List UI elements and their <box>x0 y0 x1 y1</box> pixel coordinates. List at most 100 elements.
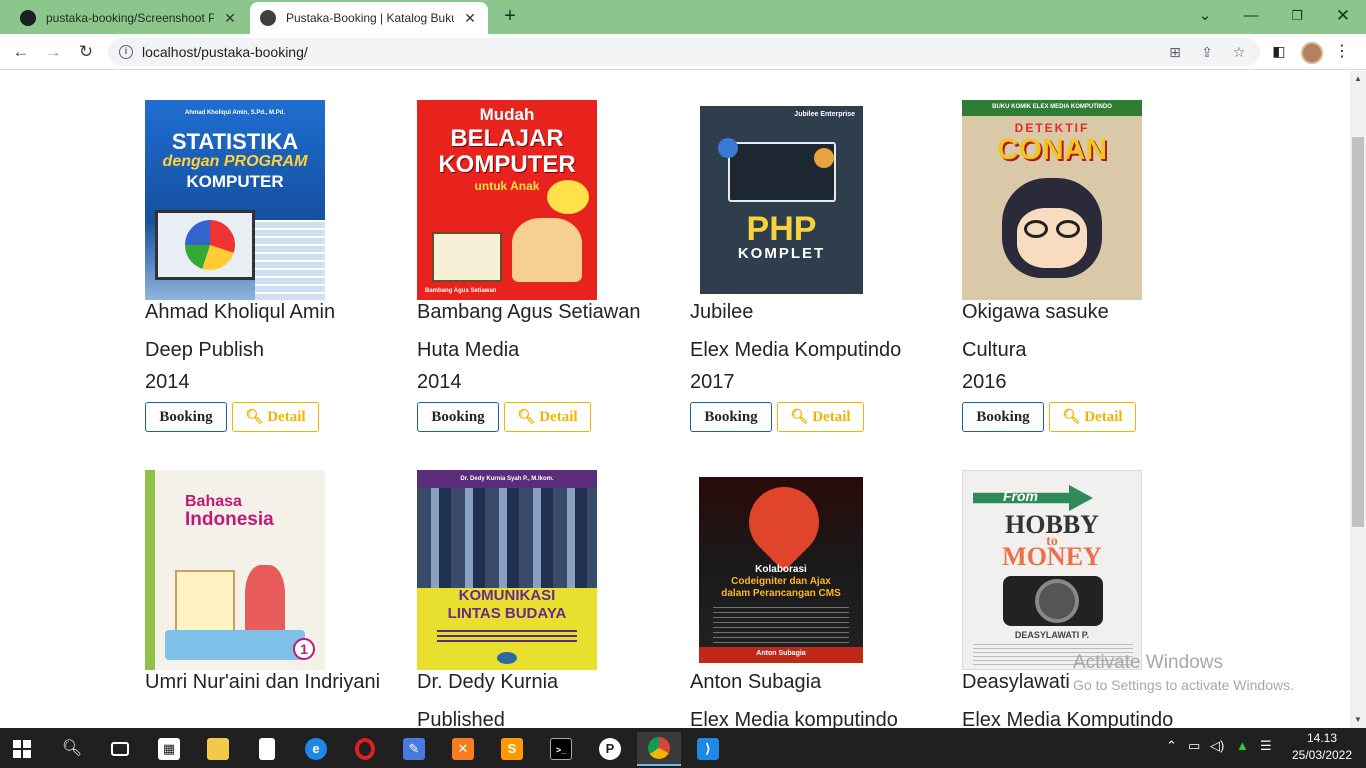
windows-taskbar: 🔍︎ ▦ e ✎ ✕ S >_ P ⟩ ⌃ ▭ ◁) ▲ ☰ 14.13 25/… <box>0 728 1366 768</box>
translate-icon[interactable]: ⊞ <box>1166 43 1184 61</box>
search-icon: 🔍︎ <box>1062 409 1081 425</box>
book-cover-image[interactable]: Mudah BELAJAR KOMPUTER untuk Anak Bamban… <box>417 100 597 300</box>
globe-icon <box>260 10 276 26</box>
start-button[interactable] <box>0 732 44 766</box>
task-view-icon <box>111 742 129 756</box>
detail-button[interactable]: 🔍︎ Detail <box>1049 402 1136 432</box>
minimize-button[interactable]: — <box>1228 2 1274 30</box>
tab-katalog-buku[interactable]: Pustaka-Booking | Katalog Buku ✕ <box>250 2 488 34</box>
search-icon: 🔍︎ <box>517 409 536 425</box>
vscode-icon: ⟩ <box>697 738 719 760</box>
scroll-thumb[interactable] <box>1352 137 1364 527</box>
nvidia-icon[interactable]: ▲ <box>1236 738 1249 753</box>
task-view-button[interactable] <box>98 732 142 766</box>
sublime-icon: S <box>501 738 523 760</box>
taskbar-file-explorer[interactable] <box>196 732 240 766</box>
book-cover-image[interactable]: Jubilee Enterprise PHP KOMPLET <box>700 106 863 294</box>
restore-button[interactable]: ❐ <box>1274 2 1320 30</box>
tab-title: Pustaka-Booking | Katalog Buku <box>286 11 454 25</box>
tab-search-icon[interactable]: ⌄ <box>1182 2 1228 30</box>
taskbar-terminal[interactable]: >_ <box>539 732 583 766</box>
book-cover-image[interactable]: Dr. Dedy Kurnia Syah P., M.Ikom. KOMUNIK… <box>417 470 597 670</box>
book-author: Dr. Dedy Kurnia <box>417 671 559 693</box>
book-author: Bambang Agus Setiawan <box>417 301 641 323</box>
chevron-up-icon[interactable]: ⌃ <box>1166 738 1177 754</box>
opera-icon <box>355 738 375 760</box>
taskbar-edge[interactable]: e <box>294 732 338 766</box>
browser-tab-strip: pustaka-booking/Screenshoot Pr ✕ Pustaka… <box>0 0 1366 34</box>
close-icon[interactable]: ✕ <box>222 10 238 27</box>
taskbar-notepad[interactable] <box>245 732 289 766</box>
tab-github-repo[interactable]: pustaka-booking/Screenshoot Pr ✕ <box>10 2 248 34</box>
side-panel-icon[interactable]: ◧ <box>1270 43 1288 61</box>
avatar[interactable] <box>1301 42 1323 64</box>
booking-button[interactable]: Booking <box>690 402 772 432</box>
search-button[interactable]: 🔍︎ <box>50 732 94 766</box>
page-scrollbar[interactable]: ▲ ▼ <box>1350 71 1366 728</box>
book-author: Okigawa sasuke <box>962 301 1109 323</box>
folder-icon <box>207 738 229 760</box>
book-cover-image[interactable]: Bahasa Indonesia 1 <box>145 470 325 670</box>
close-icon[interactable]: ✕ <box>462 10 478 27</box>
document-icon <box>259 738 275 760</box>
book-publisher: Elex Media komputindo <box>690 709 898 728</box>
back-icon[interactable]: ← <box>7 38 35 66</box>
taskbar-vscode[interactable]: ⟩ <box>686 732 730 766</box>
taskbar-chrome[interactable] <box>637 732 681 766</box>
book-author: Ahmad Kholiqul Amin <box>145 301 336 323</box>
volume-icon[interactable]: ◁) <box>1210 738 1224 754</box>
book-publisher: Cultura <box>962 339 1027 361</box>
taskbar-postman[interactable]: P <box>588 732 632 766</box>
network-app-icon: P <box>599 738 621 760</box>
taskbar-app-editor[interactable]: ✎ <box>392 732 436 766</box>
battery-icon[interactable]: ▭ <box>1188 738 1200 754</box>
book-year: 2017 <box>690 371 735 393</box>
activate-windows-subtitle: Go to Settings to activate Windows. <box>1073 677 1294 693</box>
taskbar-sublime[interactable]: S <box>490 732 534 766</box>
booking-button[interactable]: Booking <box>417 402 499 432</box>
clock-time[interactable]: 14.13 <box>1296 731 1348 745</box>
edge-icon: e <box>305 738 327 760</box>
book-cover-image[interactable]: BUKU KOMIK ELEX MEDIA KOMPUTINDO DETEKTI… <box>962 100 1142 300</box>
book-publisher: Deep Publish <box>145 339 264 361</box>
tab-title: pustaka-booking/Screenshoot Pr <box>46 11 214 25</box>
share-icon[interactable]: ⇪ <box>1198 43 1216 61</box>
new-tab-button[interactable]: + <box>498 4 522 28</box>
activate-windows-title: Activate Windows <box>1073 652 1223 673</box>
window-close-button[interactable]: ✕ <box>1320 2 1366 30</box>
windows-logo-icon <box>13 740 31 758</box>
browser-toolbar: ← → ↻ i localhost/pustaka-booking/ ⊞ ⇪ ☆… <box>0 34 1366 70</box>
book-cover-image[interactable]: Kolaborasi Codeigniter dan Ajax dalam Pe… <box>699 477 863 663</box>
bookmark-star-icon[interactable]: ☆ <box>1230 43 1248 61</box>
book-publisher: Elex Media Komputindo <box>690 339 902 361</box>
book-year: 2014 <box>417 371 462 393</box>
keyboard-icon[interactable]: ☰ <box>1260 738 1272 754</box>
book-publisher: Huta Media <box>417 339 520 361</box>
info-icon[interactable]: i <box>119 45 133 59</box>
detail-button[interactable]: 🔍︎ Detail <box>504 402 591 432</box>
search-icon: 🔍︎ <box>790 409 809 425</box>
detail-button[interactable]: 🔍︎ Detail <box>777 402 864 432</box>
reload-icon[interactable]: ↻ <box>72 38 100 66</box>
scroll-up-arrow-icon[interactable]: ▲ <box>1350 71 1366 87</box>
github-icon <box>20 10 36 26</box>
book-cover-image[interactable]: From HOBBY to MONEY DEASYLAWATI P. <box>962 470 1142 670</box>
taskbar-store[interactable]: ▦ <box>147 732 191 766</box>
kebab-menu-icon[interactable]: ⋮ <box>1334 42 1350 62</box>
taskbar-opera[interactable] <box>343 732 387 766</box>
taskbar-xampp[interactable]: ✕ <box>441 732 485 766</box>
scroll-down-arrow-icon[interactable]: ▼ <box>1350 712 1366 728</box>
clock-date[interactable]: 25/03/2022 <box>1290 748 1354 762</box>
search-icon: 🔍︎ <box>245 409 264 425</box>
url-text[interactable]: localhost/pustaka-booking/ <box>142 44 308 60</box>
forward-icon[interactable]: → <box>39 38 67 66</box>
editor-icon: ✎ <box>403 738 425 760</box>
book-cover-image[interactable]: Ahmad Kholiqul Amin, S.Pd., M.Pd. STATIS… <box>145 100 325 300</box>
xampp-icon: ✕ <box>452 738 474 760</box>
booking-button[interactable]: Booking <box>145 402 227 432</box>
detail-button[interactable]: 🔍︎ Detail <box>232 402 319 432</box>
search-icon: 🔍︎ <box>61 740 83 757</box>
booking-button[interactable]: Booking <box>962 402 1044 432</box>
address-bar[interactable]: i localhost/pustaka-booking/ ⊞ ⇪ ☆ <box>108 38 1260 66</box>
book-year: 2014 <box>145 371 190 393</box>
